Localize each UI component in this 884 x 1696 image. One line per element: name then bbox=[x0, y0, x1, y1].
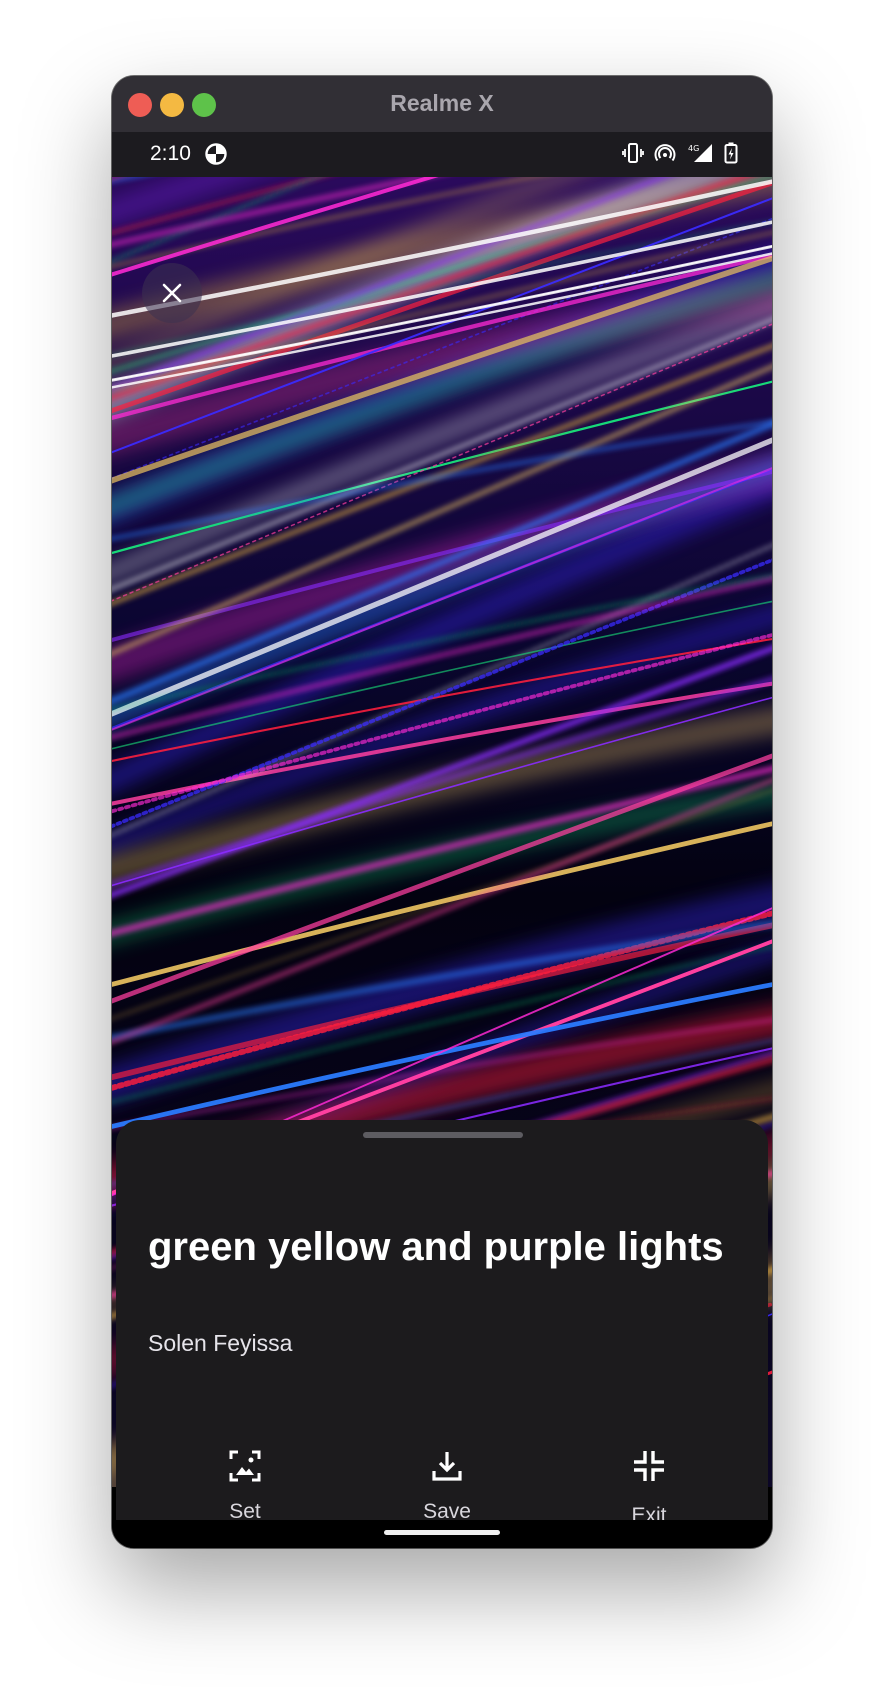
status-time: 2:10 bbox=[150, 142, 191, 165]
photo-title: green yellow and purple lights bbox=[148, 1225, 724, 1269]
vibrate-icon bbox=[622, 142, 644, 169]
gesture-nav-bar bbox=[112, 1520, 772, 1548]
status-icons: 4G bbox=[622, 142, 738, 169]
set-wallpaper-icon bbox=[229, 1450, 261, 1482]
photo-author[interactable]: Solen Feyissa bbox=[148, 1330, 292, 1357]
data-saver-icon bbox=[205, 143, 227, 170]
phone-screen: 2:10 4G green yellow and purple lights S… bbox=[112, 132, 772, 1548]
status-bar: 2:10 4G bbox=[112, 132, 772, 177]
battery-icon bbox=[724, 142, 738, 169]
home-gesture-handle[interactable] bbox=[384, 1530, 500, 1535]
exit-fullscreen-icon bbox=[634, 1451, 664, 1481]
window-title-bar: Realme X bbox=[112, 76, 772, 132]
hotspot-icon bbox=[654, 142, 676, 169]
close-button[interactable] bbox=[142, 263, 202, 323]
sheet-drag-handle[interactable] bbox=[363, 1132, 523, 1138]
close-icon bbox=[162, 283, 182, 303]
download-icon bbox=[432, 1452, 462, 1481]
svg-text:4G: 4G bbox=[688, 144, 699, 153]
emulator-window: Realme X 2:10 4G green yellow and purple… bbox=[112, 76, 772, 1548]
window-title: Realme X bbox=[390, 90, 494, 116]
photo-info-sheet: green yellow and purple lights Solen Fey… bbox=[116, 1120, 768, 1548]
cell-signal-icon: 4G bbox=[686, 142, 714, 169]
